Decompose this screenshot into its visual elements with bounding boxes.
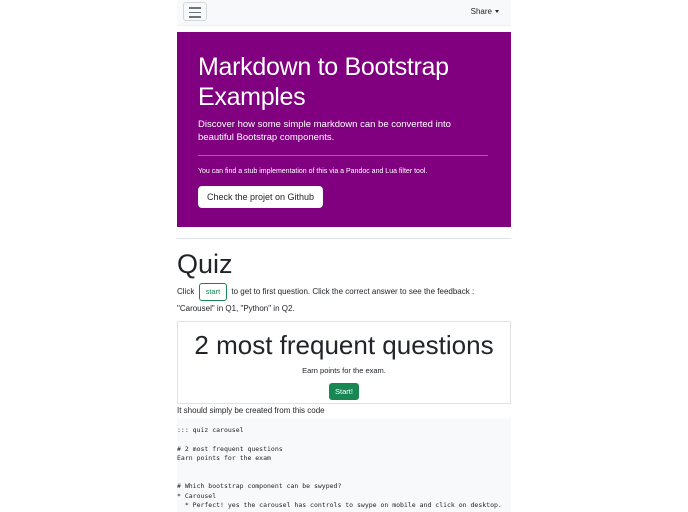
quiz-card-title: 2 most frequent questions — [194, 330, 494, 360]
code-line: * Carousel — [177, 491, 217, 500]
quiz-card-subtitle: Earn points for the exam. — [302, 366, 386, 375]
share-dropdown[interactable]: Share — [471, 7, 499, 16]
quiz-card: 2 most frequent questions Earn points fo… — [177, 321, 511, 404]
code-line: Earn points for the exam — [177, 454, 271, 463]
caret-down-icon — [495, 10, 499, 14]
code-line: * Perfect! yes the carousel has controls… — [177, 501, 502, 510]
quiz-title: Quiz — [177, 249, 233, 279]
hamburger-icon-bar — [189, 11, 201, 13]
intro-text-before: Click — [177, 287, 195, 296]
github-button[interactable]: Check the projet on Github — [198, 186, 324, 208]
code-line: # 2 most frequent questions — [177, 444, 283, 453]
hero-jumbotron: Markdown to Bootstrap Examples Discover … — [177, 32, 511, 227]
hero-small-text: You can find a stub implementation of th… — [198, 168, 428, 175]
hero-lead: Discover how some simple markdown can be… — [198, 119, 451, 143]
start-quiz-button[interactable]: Start! — [329, 383, 359, 400]
hero-title-line2: Examples — [198, 83, 306, 111]
quiz-intro: Click start to get to first question. Cl… — [177, 283, 511, 316]
hero-title-line1: Markdown to Bootstrap — [198, 53, 449, 81]
hero-divider — [198, 155, 488, 156]
code-block: ::: quiz carousel# 2 most frequent quest… — [177, 418, 511, 512]
hero-title: Markdown to Bootstrap Examples — [198, 52, 490, 112]
code-line: # Which bootstrap component can be swype… — [177, 482, 342, 491]
section-divider — [177, 238, 511, 239]
code-line: ::: quiz carousel — [177, 426, 244, 434]
share-label: Share — [470, 7, 492, 16]
navbar: Share — [177, 0, 511, 26]
hamburger-icon — [189, 7, 201, 9]
hamburger-icon-bar — [189, 16, 201, 18]
code-caption: It should simply be created from this co… — [177, 406, 325, 415]
start-inline-button[interactable]: start — [198, 283, 228, 301]
menu-toggle-button[interactable] — [183, 2, 207, 21]
